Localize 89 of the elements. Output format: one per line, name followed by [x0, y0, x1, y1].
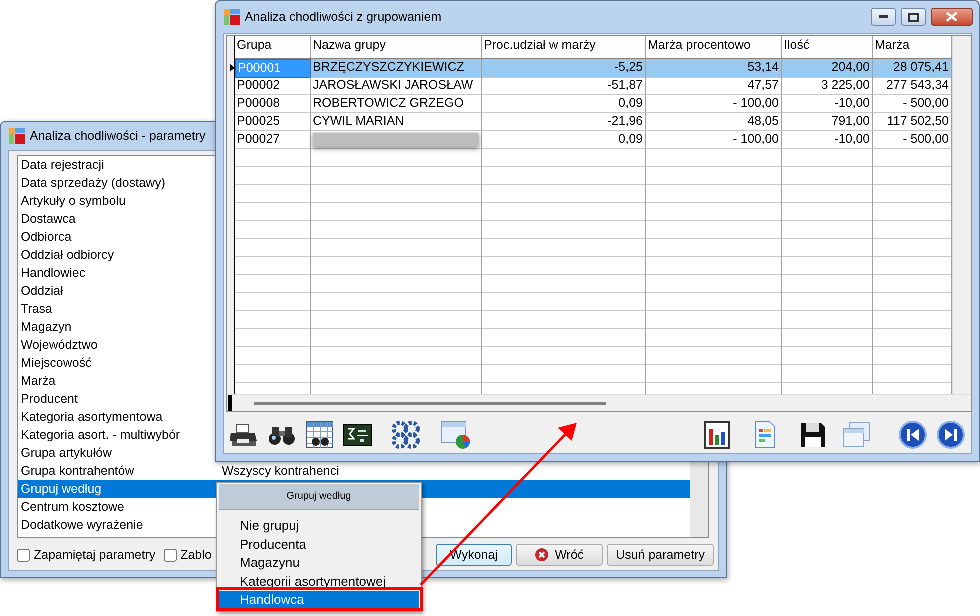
table-cell: BRZĘCZYSZCZYKIEWICZ: [311, 59, 482, 78]
parameter-label[interactable]: Marża: [18, 372, 219, 390]
parameter-label[interactable]: Dostawca: [18, 210, 219, 228]
parameter-label[interactable]: Data sprzedaży (dostawy): [18, 174, 219, 192]
vertical-scrollbar[interactable]: [952, 36, 971, 394]
parameter-label[interactable]: Oddział odbiorcy: [18, 246, 219, 264]
table-cell: 3 225,00: [782, 77, 873, 95]
table-cell: 28 075,41: [873, 59, 952, 78]
bar-chart-icon[interactable]: [701, 419, 733, 451]
table-cell: 204,00: [782, 59, 873, 78]
parameter-label[interactable]: Magazyn: [18, 318, 219, 336]
parameter-label[interactable]: Grupa artykułów: [18, 444, 219, 462]
column-header[interactable]: Nazwa grupy: [311, 36, 482, 58]
table-cell: P00025: [235, 113, 311, 131]
menu-item[interactable]: Producenta: [219, 536, 419, 554]
back-button[interactable]: Wróć: [516, 544, 604, 566]
parameter-label[interactable]: Artykuły o symbolu: [18, 192, 219, 210]
table-cell: P00008: [235, 95, 311, 113]
horizontal-scrollbar[interactable]: [227, 394, 971, 411]
parameter-label[interactable]: Centrum kosztowe: [18, 498, 219, 516]
table-cell: 53,14: [646, 59, 782, 78]
menu-item[interactable]: Kategorii asortymentowej: [219, 572, 419, 591]
table-cell: -10,00: [782, 95, 873, 113]
menu-item[interactable]: Nie grupuj: [219, 517, 419, 536]
table-cell: -5,25: [482, 59, 646, 78]
next-icon[interactable]: [935, 419, 967, 451]
table-cell: -51,87: [482, 77, 646, 95]
parameter-label[interactable]: Dodatkowe wyrażenie: [18, 516, 219, 534]
checkbox-label[interactable]: Zablo: [180, 546, 212, 564]
menu-item[interactable]: Magazynu: [219, 554, 419, 572]
table-cell: -10,00: [782, 131, 873, 149]
clear-button[interactable]: Usuń parametry: [607, 544, 714, 566]
table-cell: CYWIL MARIAN: [311, 113, 482, 131]
table-cell: JAROSŁAWSKI JAROSŁAW: [311, 77, 482, 95]
table-row[interactable]: P00001 BRZĘCZYSZCZYKIEWICZ -5,25 53,14 204,00 28 075,41: [235, 59, 952, 77]
column-header[interactable]: Grupa: [235, 36, 311, 58]
previous-icon[interactable]: [897, 419, 929, 451]
table-cell: P00027: [235, 131, 311, 149]
table-cell: P00002: [235, 77, 311, 95]
menu-header: Grupuj według: [219, 484, 419, 510]
cancel-icon: [535, 548, 550, 562]
parameter-label[interactable]: Oddział: [18, 282, 219, 300]
minimize-button[interactable]: [871, 8, 896, 26]
parameter-label[interactable]: Data rejestracji: [18, 156, 219, 174]
parameter-value: Wszyscy kontrahenci: [221, 462, 340, 480]
column-header[interactable]: Marża procentowo: [646, 36, 782, 58]
checkbox[interactable]: [17, 548, 30, 562]
column-header[interactable]: Proc.udział w marży: [482, 36, 646, 58]
parameter-label[interactable]: Producent: [18, 390, 219, 408]
table-cell: 47,57: [646, 77, 782, 95]
checkbox[interactable]: [164, 548, 177, 562]
close-icon: [946, 12, 958, 22]
maximize-button[interactable]: [901, 8, 926, 26]
column-header[interactable]: Ilość: [782, 36, 873, 58]
app-icon: [224, 9, 240, 25]
minimize-icon: [878, 15, 888, 19]
table-cell: P00001: [235, 59, 311, 78]
table-cell: 0,09: [482, 131, 646, 149]
table-cell: - 100,00: [646, 131, 782, 149]
table-row[interactable]: P00025 CYWIL MARIAN -21,96 48,05 791,00 117 502,50: [235, 113, 952, 131]
table-cell: 791,00: [782, 113, 873, 131]
table-cell: - 100,00: [646, 95, 782, 113]
app-icon: [9, 128, 25, 144]
table-cell: 48,05: [646, 113, 782, 131]
table-cell: ROBERTOWICZ GRZEGO: [311, 95, 482, 113]
parameter-label[interactable]: Miejscowość: [18, 354, 219, 372]
scrollbar[interactable]: [690, 462, 708, 537]
parameter-label[interactable]: Grupa kontrahentów: [18, 462, 219, 480]
parameter-label[interactable]: Kategoria asort. - multiwybór: [18, 426, 219, 444]
table-row[interactable]: P00002 JAROSŁAWSKI JAROSŁAW -51,87 47,57 3 225,00 277 543,34: [235, 77, 952, 95]
scrollbar-thumb[interactable]: [254, 402, 606, 404]
table-row[interactable]: P00008 ROBERTOWICZ GRZEGO 0,09 - 100,00 -10,00 - 500,00: [235, 95, 952, 113]
table-cell: -21,96: [482, 113, 646, 131]
window-chart-icon[interactable]: [440, 419, 472, 451]
parameter-label[interactable]: Kategoria asortymentowa: [18, 408, 219, 426]
close-button[interactable]: [931, 8, 973, 26]
parameter-label[interactable]: Odbiorca: [18, 228, 219, 246]
table-row[interactable]: P00027 0,09 - 100,00 -10,00 - 500,00: [235, 131, 952, 149]
table-cell: 0,09: [482, 95, 646, 113]
gears-icon[interactable]: [390, 419, 422, 451]
parameter-label[interactable]: Województwo: [18, 336, 219, 354]
checkbox-label[interactable]: Zapamiętaj parametry: [34, 546, 156, 564]
window-title: Analiza chodliwości z grupowaniem: [245, 8, 442, 26]
parameter-label[interactable]: Handlowiec: [18, 264, 219, 282]
parameter-label[interactable]: Trasa: [18, 300, 219, 318]
run-button[interactable]: Wykonaj: [436, 544, 512, 566]
table-search-icon[interactable]: [304, 419, 336, 451]
maximize-icon: [908, 12, 919, 22]
window-title: Analiza chodliwości - parametry: [30, 128, 206, 145]
